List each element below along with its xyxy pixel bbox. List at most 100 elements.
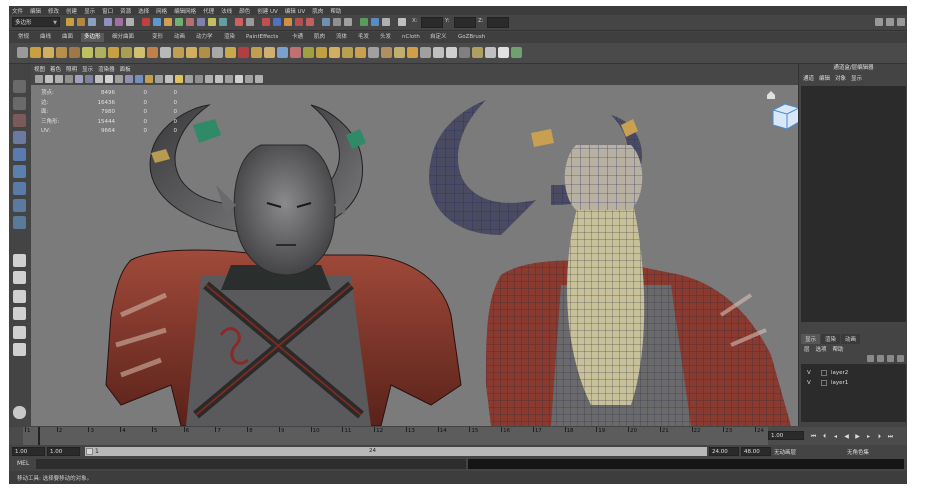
- home-icon[interactable]: [767, 91, 775, 99]
- range-end-field[interactable]: 24.00: [709, 447, 739, 456]
- shelf-tool-icon[interactable]: [472, 47, 483, 58]
- snap-grid-icon[interactable]: [262, 18, 270, 26]
- attribute-editor-icon[interactable]: [875, 18, 883, 26]
- panel-tool-icon[interactable]: [195, 75, 203, 83]
- hypershade-layout-icon[interactable]: [13, 326, 26, 339]
- panel-menu-item-3[interactable]: 显示: [82, 65, 93, 73]
- shelf-tool-icon[interactable]: [108, 47, 119, 58]
- panel-tool-icon[interactable]: [75, 75, 83, 83]
- panel-tool-icon[interactable]: [185, 75, 193, 83]
- menu-item-15[interactable]: 肌肉: [312, 7, 323, 15]
- shelf-tool-icon[interactable]: [43, 47, 54, 58]
- panel-tool-icon[interactable]: [95, 75, 103, 83]
- layer-menu-item-1[interactable]: 选项: [816, 345, 827, 353]
- shelf-tab-12[interactable]: 流体: [333, 33, 350, 42]
- shelf-tool-icon[interactable]: [303, 47, 314, 58]
- panel-menu-item-5[interactable]: 面板: [120, 65, 131, 73]
- shelf-tab-6[interactable]: 动画: [171, 33, 188, 42]
- shelf-tool-icon[interactable]: [394, 47, 405, 58]
- panel-tool-icon[interactable]: [205, 75, 213, 83]
- channel-box-menu-item-0[interactable]: 通道: [803, 74, 814, 82]
- paint-select-tool-icon[interactable]: [13, 114, 26, 127]
- shelf-tab-0[interactable]: 常规: [15, 33, 32, 42]
- menu-item-6[interactable]: 资源: [120, 7, 131, 15]
- select-by-deformation-icon[interactable]: [186, 18, 194, 26]
- menu-item-16[interactable]: 帮助: [330, 7, 341, 15]
- panel-menu-item-0[interactable]: 视图: [34, 65, 45, 73]
- panel-tool-icon[interactable]: [85, 75, 93, 83]
- shelf-tab-4[interactable]: 细分曲面: [109, 33, 137, 42]
- move-up-icon[interactable]: [887, 355, 894, 362]
- soft-mod-tool-icon[interactable]: [13, 199, 26, 212]
- step-back-key-icon[interactable]: ◂: [831, 432, 840, 441]
- layer-name[interactable]: layer2: [831, 368, 848, 378]
- panel-tool-icon[interactable]: [105, 75, 113, 83]
- start-time-field[interactable]: 1.00: [12, 447, 45, 456]
- shelf-tool-icon[interactable]: [355, 47, 366, 58]
- mel-input[interactable]: [36, 459, 466, 469]
- menu-item-1[interactable]: 编辑: [30, 7, 41, 15]
- shelf-tool-icon[interactable]: [30, 47, 41, 58]
- ipr-render-icon[interactable]: [371, 18, 379, 26]
- select-by-handle-icon[interactable]: [142, 18, 150, 26]
- layer-color-swatch[interactable]: [821, 370, 827, 376]
- shelf-tab-15[interactable]: nCloth: [399, 33, 423, 42]
- panel-tool-icon[interactable]: [215, 75, 223, 83]
- shelf-tab-17[interactable]: GoZBrush: [455, 33, 488, 42]
- shelf-tool-icon[interactable]: [160, 47, 171, 58]
- panel-tool-icon[interactable]: [165, 75, 173, 83]
- anim-layer-label[interactable]: 无动画层: [774, 448, 796, 456]
- new-scene-icon[interactable]: [66, 18, 74, 26]
- history-input-icon[interactable]: [322, 18, 330, 26]
- menu-item-8[interactable]: 网格: [156, 7, 167, 15]
- layer-tab-2[interactable]: 动画: [841, 334, 861, 344]
- shelf-tool-icon[interactable]: [82, 47, 93, 58]
- time-slider[interactable]: 1 2 3 4 5 6 7 8 9 10 11 12 13 14 15 16 17 18 19 20 21 22 23 24 …: [9, 427, 907, 445]
- shelf-tool-icon[interactable]: [134, 47, 145, 58]
- tool-settings-icon[interactable]: [886, 18, 894, 26]
- shelf-tool-icon[interactable]: [277, 47, 288, 58]
- panel-menu-item-1[interactable]: 着色: [50, 65, 61, 73]
- y-field[interactable]: [454, 17, 476, 28]
- range-slider-handle[interactable]: [86, 448, 93, 455]
- shelf-tool-icon[interactable]: [511, 47, 522, 58]
- shelf-tool-icon[interactable]: [121, 47, 132, 58]
- channel-box-menu-item-2[interactable]: 对象: [835, 74, 846, 82]
- panel-tool-icon[interactable]: [125, 75, 133, 83]
- shelf-tab-9[interactable]: PaintEffects: [243, 33, 281, 42]
- persp-outliner-layout-icon[interactable]: [13, 290, 26, 303]
- lock-selection-icon[interactable]: [235, 18, 243, 26]
- play-forward-icon[interactable]: ▶: [853, 432, 862, 441]
- z-field[interactable]: [487, 17, 509, 28]
- time-slider-track[interactable]: 1 2 3 4 5 6 7 8 9 10 11 12 13 14 15 16 17 18 19 20 21 22 23 24: [23, 427, 768, 445]
- shelf-tool-icon[interactable]: [433, 47, 444, 58]
- shelf-tab-8[interactable]: 渲染: [221, 33, 238, 42]
- shelf-tool-icon[interactable]: [147, 47, 158, 58]
- shelf-tool-icon[interactable]: [212, 47, 223, 58]
- panel-tool-icon[interactable]: [255, 75, 263, 83]
- panel-tool-icon[interactable]: [135, 75, 143, 83]
- history-output-icon[interactable]: [333, 18, 341, 26]
- shelf-tool-icon[interactable]: [420, 47, 431, 58]
- shelf-tool-icon[interactable]: [186, 47, 197, 58]
- shelf-tool-icon[interactable]: [17, 47, 28, 58]
- rotate-tool-icon[interactable]: [13, 148, 26, 161]
- menu-item-12[interactable]: 颜色: [239, 7, 250, 15]
- move-tool-icon[interactable]: [13, 131, 26, 144]
- shelf-tool-icon[interactable]: [381, 47, 392, 58]
- play-back-icon[interactable]: ◀: [842, 432, 851, 441]
- shelf-tool-icon[interactable]: [251, 47, 262, 58]
- go-to-end-icon[interactable]: ⏭: [886, 432, 895, 441]
- lasso-tool-icon[interactable]: [13, 97, 26, 110]
- select-by-misc-icon[interactable]: [219, 18, 227, 26]
- menu-item-2[interactable]: 修改: [48, 7, 59, 15]
- layer-menu-item-2[interactable]: 帮助: [833, 345, 844, 353]
- channel-box-menu-item-1[interactable]: 编辑: [819, 74, 830, 82]
- end-time-field[interactable]: 48.00: [741, 447, 771, 456]
- panel-menu-item-2[interactable]: 照明: [66, 65, 77, 73]
- panel-tool-icon[interactable]: [175, 75, 183, 83]
- layer-row[interactable]: Vlayer2: [801, 368, 906, 378]
- layer-color-swatch[interactable]: [821, 380, 827, 386]
- shelf-tool-icon[interactable]: [199, 47, 210, 58]
- shelf-tab-3[interactable]: 多边形: [81, 33, 104, 42]
